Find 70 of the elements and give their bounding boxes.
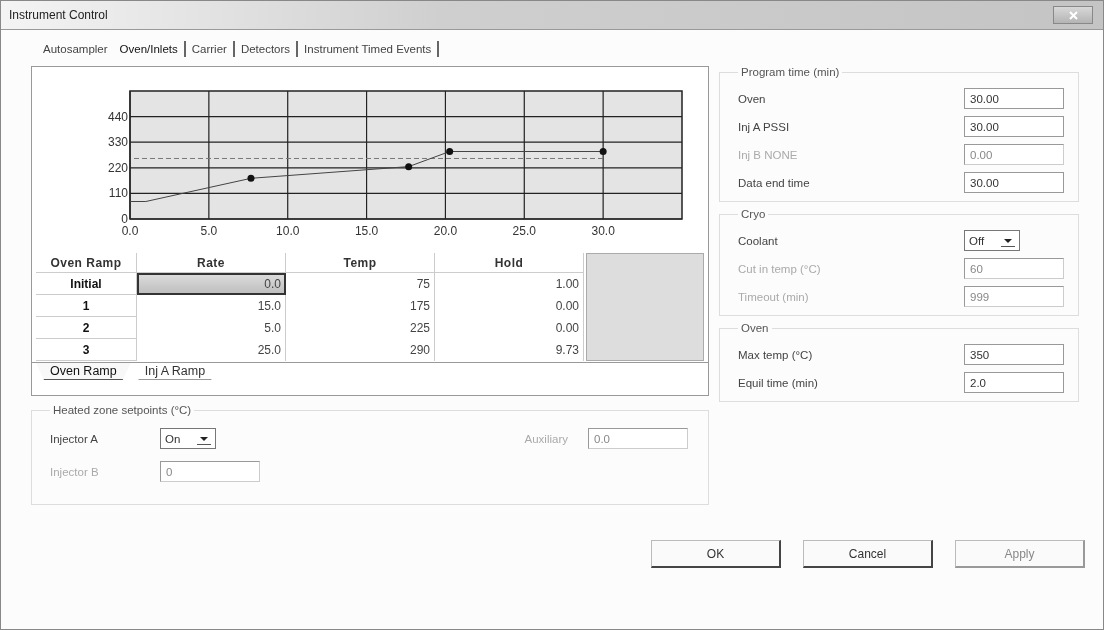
dialog-button[interactable]: OK bbox=[651, 540, 781, 568]
group-title: Heated zone setpoints (°C) bbox=[52, 404, 193, 416]
input-field[interactable]: 350 bbox=[964, 344, 1064, 365]
axis-tick-label: 440 bbox=[107, 109, 128, 124]
field-label: Oven bbox=[738, 92, 767, 105]
column-header: Oven Ramp bbox=[36, 253, 137, 273]
ramp-point bbox=[405, 163, 413, 171]
ramp-point bbox=[446, 148, 454, 155]
column-header: Temp bbox=[285, 253, 435, 273]
ramp-point bbox=[599, 148, 607, 155]
table-cell[interactable]: 0.0 bbox=[136, 272, 286, 295]
input-field[interactable]: 30.00 bbox=[964, 88, 1064, 109]
tab[interactable]: Detectors bbox=[234, 41, 299, 57]
row-header: 3 bbox=[36, 338, 137, 361]
field-label: Injector B bbox=[50, 465, 100, 478]
field-label: Injector A bbox=[50, 432, 99, 445]
axis-tick-label: 0.0 bbox=[121, 224, 139, 238]
column-header: Rate bbox=[136, 253, 286, 273]
tab[interactable]: Autosampler bbox=[37, 41, 114, 57]
tab[interactable]: Oven/Inlets bbox=[113, 41, 186, 57]
table-cell[interactable]: 0.00 bbox=[434, 316, 584, 339]
group-title: Cryo bbox=[740, 208, 767, 220]
input-field[interactable]: 30.00 bbox=[964, 116, 1064, 137]
axis-tick-label: 25.0 bbox=[512, 224, 536, 238]
row-header: 2 bbox=[36, 316, 137, 339]
close-icon bbox=[1068, 10, 1078, 20]
table-cell[interactable]: 290 bbox=[285, 338, 435, 361]
group-title: Program time (min) bbox=[740, 66, 841, 78]
axis-tick-label: 110 bbox=[108, 186, 128, 201]
axis-tick-label: 30.0 bbox=[591, 224, 615, 238]
axis-tick-label: 20.0 bbox=[433, 224, 458, 238]
table-cell[interactable]: 1.00 bbox=[434, 272, 584, 295]
row-header: 1 bbox=[36, 294, 137, 317]
axis-tick-label: 15.0 bbox=[354, 224, 379, 238]
field-label: Equil time (min) bbox=[738, 376, 819, 389]
field-label: Coolant bbox=[738, 234, 779, 247]
axis-tick-label: 5.0 bbox=[200, 224, 218, 238]
tab[interactable]: Oven Ramp bbox=[36, 363, 131, 380]
tab[interactable]: Instrument Timed Events bbox=[298, 41, 440, 57]
dialog-button[interactable]: Cancel bbox=[803, 540, 933, 568]
dropdown[interactable]: Off bbox=[964, 230, 1020, 251]
axis-tick-label: 10.0 bbox=[276, 224, 300, 238]
field-label: Max temp (°C) bbox=[738, 348, 814, 361]
window-title: Instrument Control bbox=[9, 8, 108, 22]
ramp-point bbox=[247, 174, 255, 182]
field-label: Timeout (min) bbox=[738, 290, 810, 303]
column-header: Hold bbox=[434, 253, 584, 273]
table-cell[interactable]: 25.0 bbox=[136, 338, 286, 361]
field-label: Auxiliary bbox=[523, 432, 568, 445]
axis-tick-label: 220 bbox=[107, 160, 128, 175]
table-cell[interactable]: 15.0 bbox=[136, 294, 286, 317]
table-cell[interactable]: 225 bbox=[285, 316, 435, 339]
table-cell[interactable]: 5.0 bbox=[136, 316, 286, 339]
field-label: Inj A PSSI bbox=[738, 120, 791, 133]
group-title: Oven bbox=[740, 322, 770, 334]
field-label: Inj B NONE bbox=[738, 148, 799, 161]
axis-tick-label: 330 bbox=[107, 135, 128, 150]
close-button[interactable] bbox=[1053, 6, 1093, 24]
table-cell[interactable]: 175 bbox=[285, 294, 435, 317]
table-cell[interactable]: 75 bbox=[285, 272, 435, 295]
table-cell[interactable]: 9.73 bbox=[434, 338, 584, 361]
field-label: Cut in temp (°C) bbox=[738, 262, 822, 275]
input-field[interactable]: 30.00 bbox=[964, 172, 1064, 193]
dropdown[interactable]: On bbox=[160, 428, 216, 449]
row-header: Initial bbox=[36, 272, 137, 295]
input-field[interactable]: 2.0 bbox=[964, 372, 1064, 393]
table-cell[interactable]: 0.00 bbox=[434, 294, 584, 317]
axis-tick-label: 0 bbox=[121, 212, 128, 226]
tab[interactable]: Carrier bbox=[185, 41, 235, 57]
field-label: Data end time bbox=[738, 176, 811, 189]
